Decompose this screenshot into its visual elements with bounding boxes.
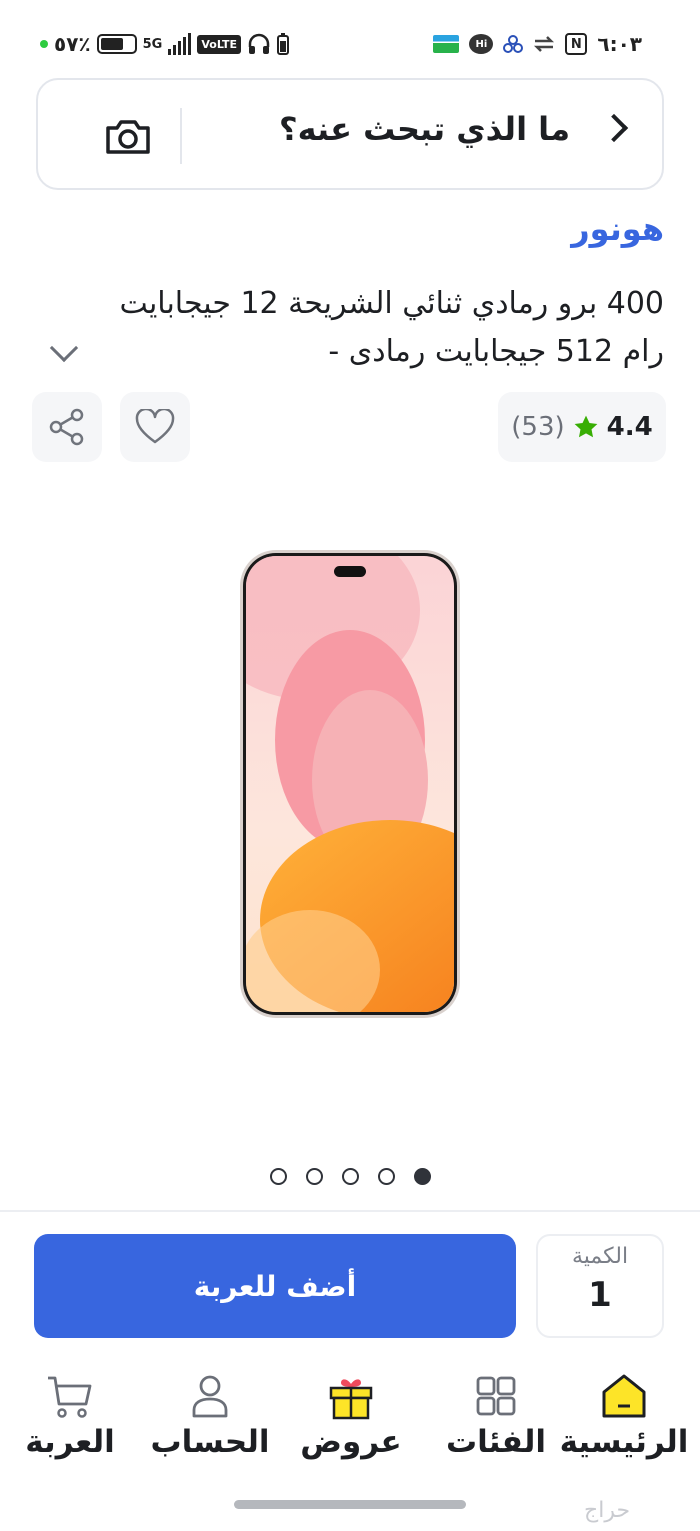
hi-chat-icon: Hi	[469, 34, 494, 54]
cart-icon	[48, 1376, 92, 1418]
nav-home[interactable]: الرئيسية	[554, 1372, 694, 1460]
bottom-nav: الرئيسية الفئات عروض الحساب العربة	[0, 1372, 700, 1472]
nav-deals[interactable]: عروض	[296, 1372, 406, 1460]
nav-home-label: الرئيسية	[559, 1424, 689, 1460]
notification-dot	[40, 40, 48, 48]
product-image[interactable]	[240, 550, 460, 1018]
status-right: Hi N ٦:٠٣	[433, 32, 642, 56]
share-icon	[49, 408, 84, 446]
rating-value: 4.4	[606, 412, 653, 442]
quantity-selector[interactable]: الكمية 1	[536, 1234, 664, 1338]
clock: ٦:٠٣	[597, 32, 642, 56]
network-type: 5G	[142, 36, 163, 52]
chevron-right-icon[interactable]	[599, 113, 629, 143]
star-icon	[574, 415, 598, 438]
status-left: ٥٧٪ 5G VoLTE	[40, 32, 290, 56]
pager-dot[interactable]	[378, 1168, 395, 1185]
nav-cart-label: العربة	[25, 1424, 115, 1460]
volte-badge: VoLTE	[197, 34, 242, 54]
search-divider	[180, 108, 182, 164]
nav-categories-label: الفئات	[445, 1424, 547, 1460]
gift-box-icon	[329, 1379, 373, 1420]
battery-small-icon	[277, 33, 290, 55]
pager-dot-active[interactable]	[414, 1168, 431, 1185]
pager-dot[interactable]	[306, 1168, 323, 1185]
favorite-button[interactable]	[120, 392, 190, 462]
quantity-label: الكمية	[571, 1244, 629, 1269]
home-indicator[interactable]	[234, 1500, 466, 1509]
swap-icon	[534, 36, 555, 52]
heart-icon	[135, 409, 175, 444]
quantity-value[interactable]: 1	[538, 1275, 662, 1315]
product-title: 400 برو رمادي ثنائي الشريحة 12 جيجابايت …	[119, 286, 665, 369]
pager-dot[interactable]	[270, 1168, 287, 1185]
nav-account[interactable]: الحساب	[148, 1372, 272, 1460]
search-input[interactable]: ما الذي تبحث عنه؟	[279, 110, 570, 148]
search-bar[interactable]: ما الذي تبحث عنه؟	[36, 78, 664, 190]
categories-icon	[476, 1376, 516, 1416]
divider	[0, 1210, 700, 1212]
brand-link[interactable]: هونور	[571, 210, 664, 248]
watermark: حراج	[584, 1498, 631, 1523]
share-button[interactable]	[32, 392, 102, 462]
user-icon	[192, 1375, 228, 1418]
add-to-cart-button[interactable]: أضف للعربة	[34, 1234, 516, 1338]
connection-icon	[503, 35, 524, 53]
nav-categories[interactable]: الفئات	[436, 1372, 556, 1460]
chevron-down-icon[interactable]	[49, 333, 79, 363]
home-icon	[602, 1374, 646, 1418]
app-flag-icon	[433, 35, 460, 53]
rating-count: (53)	[511, 412, 565, 442]
battery-icon	[96, 34, 137, 54]
nav-cart[interactable]: العربة	[16, 1372, 124, 1460]
nav-account-label: الحساب	[150, 1424, 270, 1460]
signal-icon	[168, 33, 192, 55]
battery-percent: ٥٧٪	[54, 32, 91, 56]
nfc-icon: N	[565, 33, 588, 55]
rating-badge[interactable]: (53) 4.4	[498, 392, 666, 462]
image-pager[interactable]	[270, 1168, 431, 1185]
camera-icon[interactable]	[104, 116, 152, 156]
headphones-icon	[248, 33, 270, 54]
pager-dot[interactable]	[342, 1168, 359, 1185]
nav-deals-label: عروض	[300, 1424, 402, 1460]
